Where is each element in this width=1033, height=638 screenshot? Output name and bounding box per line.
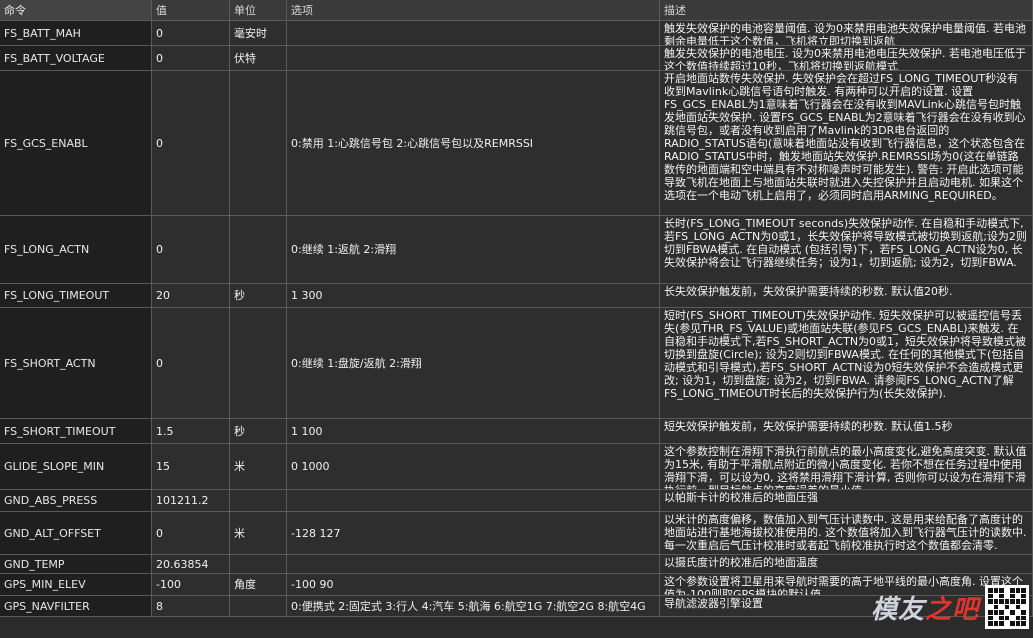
param-description: 以帕斯卡计的校准后的地面压强 xyxy=(660,490,1033,512)
param-value[interactable]: 20 xyxy=(152,284,230,308)
header-value[interactable]: 值 xyxy=(152,0,230,21)
param-description: 短时(FS_SHORT_TIMEOUT)失效保护动作. 短失效保护可以被遥控信号… xyxy=(660,308,1033,419)
param-name: GND_ALT_OFFSET xyxy=(0,512,152,555)
param-unit xyxy=(230,308,287,419)
param-description: 以摄氏度计的校准后的地面温度 xyxy=(660,555,1033,574)
param-value[interactable]: 101211.2 xyxy=(152,490,230,512)
param-value[interactable]: 1.5 xyxy=(152,419,230,444)
param-name: GPS_NAVFILTER xyxy=(0,596,152,617)
param-name: FS_GCS_ENABL xyxy=(0,71,152,216)
param-options: 0:便携式 2:固定式 3:行人 4:汽车 5:航海 6:航空1G 7:航空2G… xyxy=(287,596,660,617)
param-unit xyxy=(230,216,287,284)
param-description: 触发失效保护的电池容量阈值. 设为0来禁用电池失效保护电量阈值. 若电池剩余电量… xyxy=(660,21,1033,46)
param-description: 这个参数控制在滑翔下滑执行前航点的最小高度变化,避免高度突变. 默认值为15米,… xyxy=(660,444,1033,490)
param-options xyxy=(287,555,660,574)
header-command[interactable]: 命令 xyxy=(0,0,152,21)
param-unit: 米 xyxy=(230,512,287,555)
param-options: -128 127 xyxy=(287,512,660,555)
header-options[interactable]: 选项 xyxy=(287,0,660,21)
param-name: GND_TEMP xyxy=(0,555,152,574)
param-name: FS_BATT_VOLTAGE xyxy=(0,46,152,71)
param-value[interactable]: 15 xyxy=(152,444,230,490)
param-options: 0:继续 1:盘旋/返航 2:滑翔 xyxy=(287,308,660,419)
param-name: FS_SHORT_TIMEOUT xyxy=(0,419,152,444)
param-value[interactable]: 0 xyxy=(152,308,230,419)
param-unit: 角度 xyxy=(230,574,287,596)
param-unit: 毫安时 xyxy=(230,21,287,46)
param-description: 长失效保护触发前，失效保护需要持续的秒数. 默认值20秒. xyxy=(660,284,1033,308)
param-options xyxy=(287,21,660,46)
param-unit xyxy=(230,71,287,216)
param-unit xyxy=(230,555,287,574)
param-options: 0:禁用 1:心跳信号包 2:心跳信号包以及REMRSSI xyxy=(287,71,660,216)
param-value[interactable]: 0 xyxy=(152,21,230,46)
parameter-table: 命令 值 单位 选项 描述 FS_BATT_MAH 0 毫安时 触发失效保护的电池容量… xyxy=(0,0,1033,638)
param-name: GND_ABS_PRESS xyxy=(0,490,152,512)
param-name: FS_LONG_TIMEOUT xyxy=(0,284,152,308)
param-description: 以米计的高度偏移，数值加入到气压计读数中. 这是用来给配备了高度计的地面站进行基… xyxy=(660,512,1033,555)
param-value[interactable]: 0 xyxy=(152,216,230,284)
param-name: FS_LONG_ACTN xyxy=(0,216,152,284)
param-value[interactable]: 0 xyxy=(152,512,230,555)
param-name: FS_SHORT_ACTN xyxy=(0,308,152,419)
param-value[interactable]: 0 xyxy=(152,46,230,71)
header-description[interactable]: 描述 xyxy=(660,0,1033,21)
param-unit: 米 xyxy=(230,444,287,490)
param-options: 1 100 xyxy=(287,419,660,444)
param-unit xyxy=(230,596,287,617)
param-unit: 秒 xyxy=(230,284,287,308)
param-value[interactable]: 0 xyxy=(152,71,230,216)
param-name: GLIDE_SLOPE_MIN xyxy=(0,444,152,490)
param-options xyxy=(287,46,660,71)
param-options: 0 1000 xyxy=(287,444,660,490)
param-description: 触发失效保护的电池电压. 设为0来禁用电池电压失效保护. 若电池电压低于这个数值… xyxy=(660,46,1033,71)
param-description: 短失效保护触发前，失效保护需要持续的秒数. 默认值1.5秒 xyxy=(660,419,1033,444)
param-value[interactable]: -100 xyxy=(152,574,230,596)
param-value[interactable]: 20.63854 xyxy=(152,555,230,574)
param-name: FS_BATT_MAH xyxy=(0,21,152,46)
param-description: 导航滤波器引擎设置 xyxy=(660,596,1033,617)
param-unit xyxy=(230,490,287,512)
param-description: 这个参数设置将卫星用来导航时需要的高于地平线的最小高度角. 设置这个值为-100… xyxy=(660,574,1033,596)
param-description: 长时(FS_LONG_TIMEOUT seconds)失效保护动作. 在自稳和手… xyxy=(660,216,1033,284)
param-value[interactable]: 8 xyxy=(152,596,230,617)
param-unit: 伏特 xyxy=(230,46,287,71)
param-options: 1 300 xyxy=(287,284,660,308)
param-options: -100 90 xyxy=(287,574,660,596)
param-options: 0:继续 1:返航 2:滑翔 xyxy=(287,216,660,284)
param-description: 开启地面站数传失效保护. 失效保护会在超过FS_LONG_TIMEOUT秒没有收… xyxy=(660,71,1033,216)
header-unit[interactable]: 单位 xyxy=(230,0,287,21)
param-unit: 秒 xyxy=(230,419,287,444)
param-options xyxy=(287,490,660,512)
param-name: GPS_MIN_ELEV xyxy=(0,574,152,596)
